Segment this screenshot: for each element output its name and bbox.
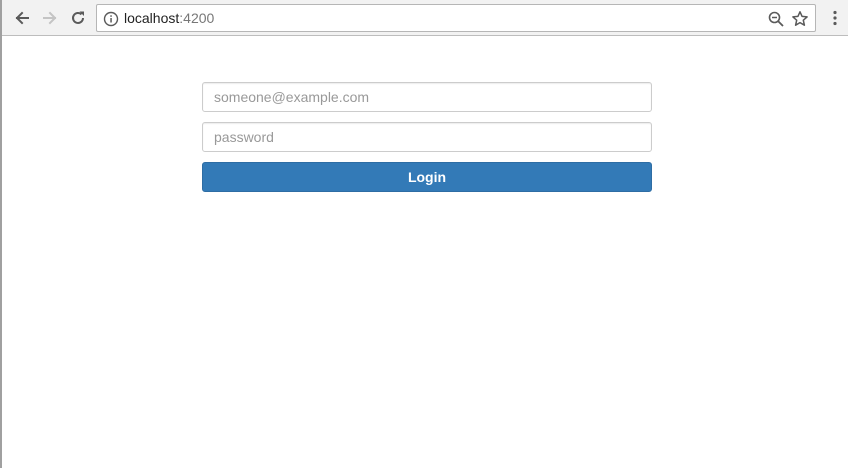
address-bar[interactable]: localhost:4200 xyxy=(96,4,816,32)
browser-toolbar: localhost:4200 xyxy=(2,0,848,36)
forward-arrow-icon xyxy=(43,11,57,25)
email-field[interactable] xyxy=(202,82,652,112)
browser-menu-button[interactable] xyxy=(826,6,844,30)
address-port: :4200 xyxy=(179,10,215,26)
info-icon[interactable] xyxy=(103,11,119,27)
page-content: Login xyxy=(2,36,848,468)
forward-button[interactable] xyxy=(38,6,62,30)
star-icon[interactable] xyxy=(791,10,809,28)
login-button[interactable]: Login xyxy=(202,162,652,192)
kebab-menu-icon xyxy=(833,10,837,26)
back-arrow-icon xyxy=(15,11,29,25)
password-field[interactable] xyxy=(202,122,652,152)
browser-window: localhost:4200 Login xyxy=(0,0,848,468)
back-button[interactable] xyxy=(10,6,34,30)
address-text[interactable]: localhost:4200 xyxy=(124,10,214,27)
reload-icon xyxy=(72,11,84,24)
reload-button[interactable] xyxy=(66,6,90,30)
address-host: localhost xyxy=(124,10,180,26)
zoom-out-icon[interactable] xyxy=(767,10,785,28)
login-form: Login xyxy=(202,82,652,192)
